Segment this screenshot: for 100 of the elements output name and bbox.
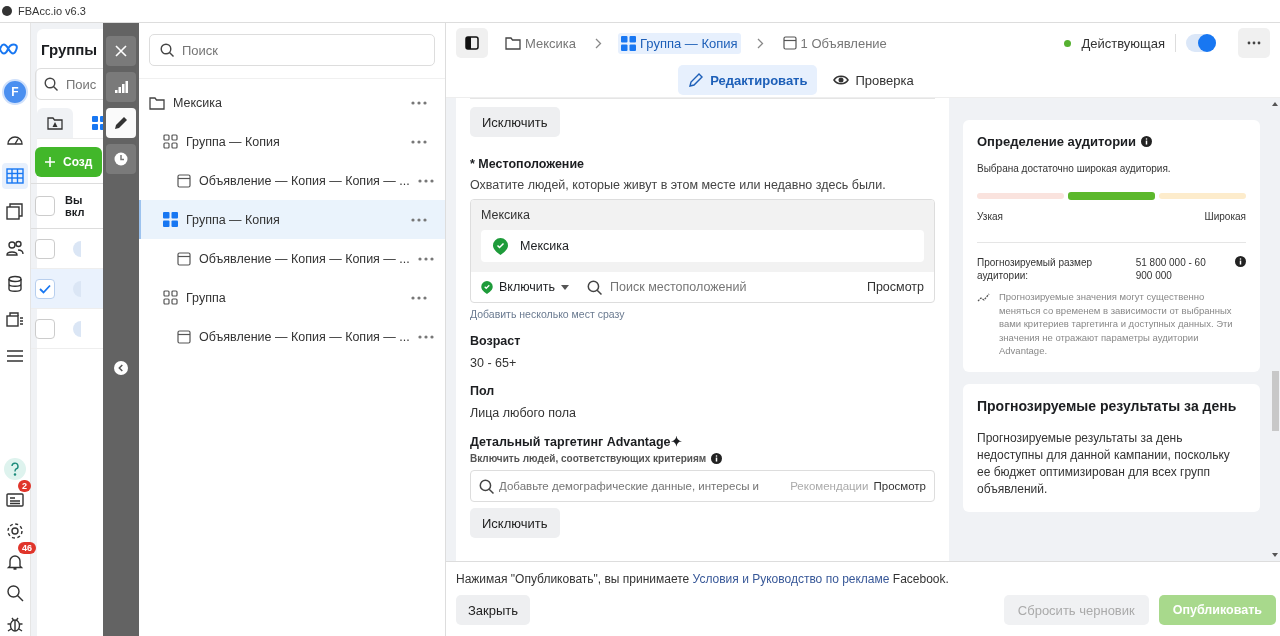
folder-icon (505, 36, 521, 50)
scroll-down-icon[interactable] (1272, 553, 1278, 557)
tree-item[interactable]: Группа (139, 278, 445, 317)
pencil-icon (113, 115, 129, 131)
app-icon (2, 6, 12, 16)
field-label: * Местоположение (470, 157, 586, 171)
audience-summary: Выбрана достаточно широкая аудитория. (977, 163, 1172, 174)
status-label: Действующая (1081, 35, 1165, 51)
page-title: Группы (40, 40, 99, 58)
close-button[interactable]: Закрыть (456, 595, 531, 625)
sidebar-toggle-button[interactable] (456, 28, 488, 58)
settings-icon[interactable] (4, 520, 26, 542)
help-icon[interactable] (4, 458, 26, 480)
menu-icon (6, 347, 24, 365)
mode-tab[interactable]: Проверка (823, 65, 924, 95)
add-multiple-link[interactable]: Добавить несколько мест сразу (470, 308, 935, 320)
tree-item[interactable]: Объявление — Копия — Копия — ... (139, 317, 445, 356)
tree-item[interactable]: Объявление — Копия — Копия — ... (139, 239, 445, 278)
scrollbar-thumb[interactable] (1271, 371, 1279, 431)
more-icon[interactable] (411, 217, 427, 222)
column-header: Вы вкл (65, 194, 85, 218)
plus-icon (45, 157, 55, 167)
folder-icon (149, 95, 165, 110)
checkbox[interactable] (35, 196, 55, 216)
grid-icon (92, 116, 103, 130)
browse-link[interactable]: Просмотр (873, 480, 926, 492)
window-icon (177, 329, 191, 344)
more-icon[interactable] (411, 139, 427, 144)
chart-button[interactable] (106, 72, 136, 102)
folder-icon (47, 116, 63, 130)
location-pin-icon (493, 237, 508, 255)
more-icon[interactable] (417, 178, 434, 183)
tree-item[interactable]: Группа — Копия (139, 122, 445, 161)
window-icon (177, 173, 191, 188)
chevron-icon (595, 37, 602, 49)
field-label: Пол (470, 384, 496, 398)
breadcrumb[interactable]: Группа — Копия (618, 32, 741, 54)
history-button[interactable] (106, 144, 136, 174)
terms-link[interactable]: Условия и Руководство по рекламе (692, 572, 890, 586)
search-icon (479, 478, 494, 494)
breadcrumb[interactable]: 1 Объявление (779, 32, 890, 54)
info-icon (1235, 256, 1246, 267)
tree-item[interactable]: Объявление — Копия — Копия — ... (139, 161, 445, 200)
coins-icon (6, 275, 24, 293)
window-icon (177, 251, 191, 266)
toggle-switch[interactable] (1186, 34, 1216, 52)
field-value: 30 - 65+ (470, 356, 518, 370)
more-icon[interactable] (411, 295, 427, 300)
window-icon (782, 36, 797, 50)
mode-tab[interactable]: Редактировать (678, 65, 818, 95)
toggle-icon[interactable] (73, 320, 81, 337)
search-bar[interactable]: Поиск (149, 34, 435, 66)
tree-item[interactable]: Мексика (139, 83, 445, 122)
more-icon[interactable] (411, 100, 427, 105)
checkbox[interactable] (35, 238, 55, 259)
location-item[interactable]: Мексика (520, 239, 570, 253)
breadcrumb[interactable]: Мексика (502, 32, 579, 54)
window-title: FBAcc.io v6.3 (18, 5, 86, 17)
clock-icon (113, 151, 129, 167)
collapse-button[interactable] (114, 361, 128, 375)
grid-icon (163, 134, 178, 149)
estimate-note: Прогнозируемые значения могут существенно меняться со временем в зависимости от выбранных вами критериев таргетинга и доступных данных. Эти значения не отражают параметры аудитории Advantage. (999, 290, 1234, 358)
tab[interactable] (37, 108, 73, 138)
documents-icon (6, 203, 24, 221)
exclude-button[interactable]: Исключить (470, 107, 560, 137)
scroll-up-icon[interactable] (1272, 102, 1278, 106)
field-hint: Включить людей, соответствующих критериям (470, 453, 707, 464)
field-label: Возраст (470, 334, 522, 348)
close-button[interactable] (106, 36, 136, 66)
field-label: Детальный таргетинг Advantage✦ (470, 434, 683, 449)
location-pin-icon (481, 280, 493, 294)
more-icon (1247, 41, 1261, 45)
toggle-icon[interactable] (73, 240, 81, 257)
infinity-logo-icon (0, 43, 18, 55)
notification-badge: 2 (18, 480, 31, 492)
search-icon (160, 43, 174, 57)
field-value: Лица любого пола (470, 406, 577, 420)
checkbox[interactable] (35, 318, 55, 339)
search-icon (44, 77, 58, 91)
terms-text: Нажимая "Опубликовать", вы принимаете Условия и Руководство по рекламе Facebook. (456, 572, 950, 586)
browse-link[interactable]: Просмотр (866, 280, 924, 294)
checkbox[interactable] (35, 278, 55, 299)
search-bar[interactable]: Поис (35, 68, 103, 100)
search-icon[interactable] (4, 582, 26, 604)
more-icon[interactable] (417, 256, 434, 261)
close-icon (113, 43, 129, 59)
people-icon (6, 239, 24, 257)
card-text: Прогнозируемые результаты за день недоступны для данной кампании, поскольку ее бюджет оптимизирован для всех групп объявлений. (977, 429, 1231, 498)
exclude-button[interactable]: Исключить (470, 508, 560, 538)
caret-icon (561, 284, 570, 290)
include-dropdown[interactable]: Включить (481, 280, 570, 294)
edit-button[interactable] (106, 108, 136, 138)
notification-badge: 46 (18, 542, 36, 554)
tree-item[interactable]: Группа — Копия (139, 200, 445, 239)
pencil-icon (688, 72, 705, 88)
card-title: Определение аудитории (977, 134, 1137, 149)
more-icon[interactable] (417, 334, 434, 339)
location-group-title: Мексика (481, 208, 532, 222)
cards-icon (6, 311, 24, 329)
table-icon (6, 167, 24, 185)
